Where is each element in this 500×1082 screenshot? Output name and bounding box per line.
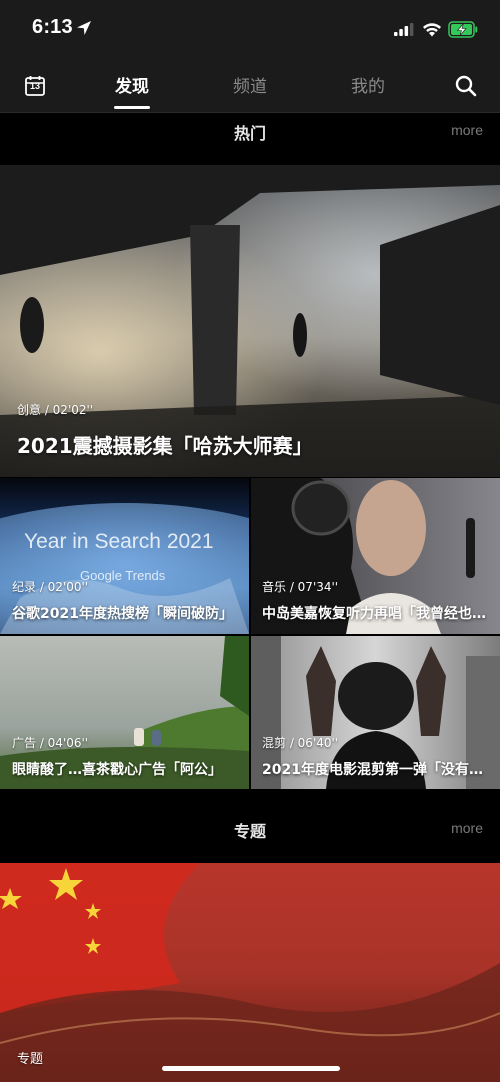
video-card[interactable]: 广告 / 04'06'' 眼睛酸了…喜茶戳心广告「阿公」	[0, 636, 249, 789]
featured-video-card[interactable]: 创意 / 02'02'' 2021震撼摄影集「哈苏大师赛」	[0, 165, 500, 477]
cellular-signal-icon	[394, 23, 414, 36]
home-indicator	[162, 1066, 340, 1071]
overlay-subtitle: Google Trends	[80, 568, 166, 583]
hot-more-link[interactable]: more	[451, 122, 483, 138]
video-card[interactable]: 混剪 / 06'40'' 2021年度电影混剪第一弹「没有人是一座孤岛」	[251, 636, 500, 789]
battery-charging-icon	[448, 21, 478, 38]
status-bar: 6:13	[0, 0, 500, 60]
topic-label: 专题	[17, 1052, 44, 1067]
status-time: 6:13	[32, 16, 73, 38]
section-title-topics: 专题	[233, 822, 266, 841]
tab-mine[interactable]: 我的	[328, 72, 408, 97]
video-card[interactable]: Year in Search 2021 Google Trends 纪录 / 0…	[0, 478, 249, 634]
video-meta: 混剪 / 06'40''	[262, 736, 339, 750]
video-title: 眼睛酸了…喜茶戳心广告「阿公」	[12, 762, 222, 778]
video-title: 2021震撼摄影集「哈苏大师赛」	[17, 434, 313, 458]
calendar-day: 13	[29, 81, 40, 91]
video-meta: 创意 / 02'02''	[17, 403, 94, 417]
topic-card[interactable]: 专题	[0, 863, 500, 1082]
topic-thumbnail	[0, 863, 500, 1082]
video-card[interactable]: 音乐 / 07'34'' 中岛美嘉恢复听力再唱「我曾经也想过一了百了」	[251, 478, 500, 634]
location-arrow-icon	[77, 21, 91, 35]
wifi-icon	[423, 23, 441, 37]
topics-section-header: 专题 more	[0, 810, 500, 850]
topics-more-link[interactable]: more	[451, 820, 483, 836]
video-title: 中岛美嘉恢复听力再唱「我曾经也想过一了百了」	[262, 606, 488, 622]
video-meta: 纪录 / 02'00''	[12, 580, 89, 594]
active-tab-indicator	[114, 106, 150, 109]
video-title: 2021年度电影混剪第一弹「没有人是一座孤岛」	[262, 762, 488, 778]
tab-discover[interactable]: 发现	[92, 72, 172, 97]
tab-channel[interactable]: 频道	[210, 72, 290, 97]
video-title: 谷歌2021年度热搜榜「瞬间破防」	[12, 606, 233, 622]
overlay-title: Year in Search 2021	[24, 530, 214, 553]
top-nav: 13 发现 频道 我的	[0, 60, 500, 113]
calendar-icon[interactable]: 13	[24, 74, 48, 98]
hot-section-header: 热门 more	[0, 112, 500, 152]
search-icon[interactable]	[454, 74, 478, 98]
video-meta: 广告 / 04'06''	[12, 736, 89, 750]
section-title-hot: 热门	[233, 124, 266, 143]
video-meta: 音乐 / 07'34''	[262, 580, 339, 594]
